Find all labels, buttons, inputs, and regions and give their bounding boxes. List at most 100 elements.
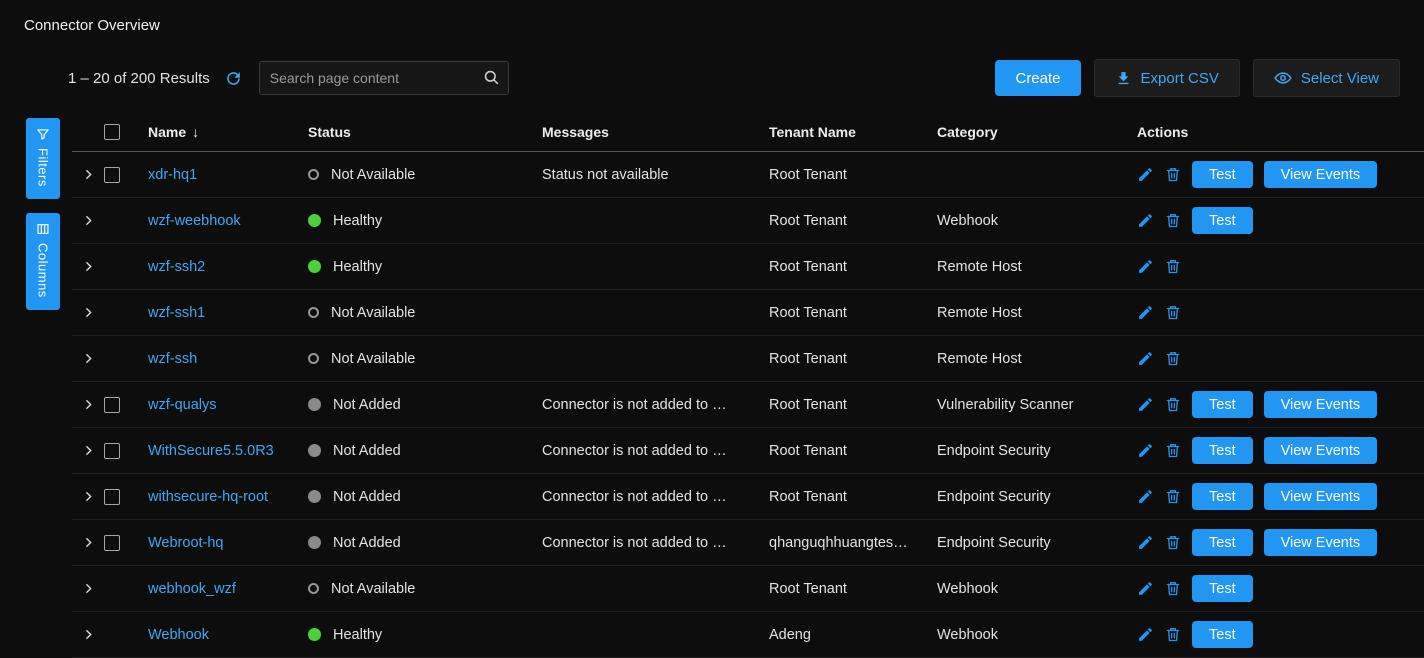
tenant-cell: Root Tenant (769, 489, 937, 505)
select-view-button[interactable]: Select View (1253, 59, 1400, 97)
category-name: Remote Host (937, 305, 1022, 321)
message-cell: Connector is not added to … (542, 397, 769, 413)
view-events-button[interactable]: View Events (1264, 161, 1378, 188)
delete-icon[interactable] (1165, 212, 1181, 229)
edit-icon[interactable] (1137, 626, 1154, 643)
tenant-cell: Root Tenant (769, 581, 937, 597)
expand-cell (72, 444, 104, 457)
expand-chevron-icon[interactable] (82, 398, 95, 411)
connector-name-link[interactable]: wzf-ssh (148, 351, 197, 367)
expand-chevron-icon[interactable] (82, 306, 95, 319)
test-button[interactable]: Test (1192, 207, 1253, 234)
connector-name-link[interactable]: wzf-ssh1 (148, 305, 205, 321)
side-tabs: Filters Columns (26, 118, 60, 310)
table-row: xdr-hq1Not AvailableStatus not available… (72, 152, 1424, 198)
search-input[interactable] (259, 61, 509, 95)
test-button[interactable]: Test (1192, 437, 1253, 464)
message-text: Connector is not added to … (542, 489, 727, 505)
test-button[interactable]: Test (1192, 529, 1253, 556)
edit-icon[interactable] (1137, 488, 1154, 505)
row-checkbox[interactable] (104, 397, 120, 413)
edit-icon[interactable] (1137, 442, 1154, 459)
edit-icon[interactable] (1137, 580, 1154, 597)
status-cell: Not Added (308, 489, 542, 505)
connector-name-link[interactable]: Webhook (148, 627, 209, 643)
view-events-button[interactable]: View Events (1264, 483, 1378, 510)
name-cell: Webroot-hq (144, 535, 308, 551)
test-button[interactable]: Test (1192, 161, 1253, 188)
delete-icon[interactable] (1165, 534, 1181, 551)
tenant-cell: Root Tenant (769, 443, 937, 459)
table-row: WithSecure5.5.0R3Not AddedConnector is n… (72, 428, 1424, 474)
delete-icon[interactable] (1165, 166, 1181, 183)
delete-icon[interactable] (1165, 350, 1181, 367)
view-events-button[interactable]: View Events (1264, 529, 1378, 556)
column-header-name: Name (148, 124, 186, 140)
connector-name-link[interactable]: wzf-qualys (148, 397, 217, 413)
delete-icon[interactable] (1165, 396, 1181, 413)
delete-icon[interactable] (1165, 258, 1181, 275)
expand-chevron-icon[interactable] (82, 260, 95, 273)
test-button[interactable]: Test (1192, 575, 1253, 602)
row-checkbox[interactable] (104, 535, 120, 551)
view-events-button[interactable]: View Events (1264, 437, 1378, 464)
row-checkbox[interactable] (104, 489, 120, 505)
expand-cell (72, 214, 104, 227)
edit-icon[interactable] (1137, 304, 1154, 321)
category-name: Webhook (937, 627, 998, 643)
connector-name-link[interactable]: WithSecure5.5.0R3 (148, 443, 274, 459)
expand-chevron-icon[interactable] (82, 582, 95, 595)
view-events-button[interactable]: View Events (1264, 391, 1378, 418)
toolbar: 1 – 20 of 200 Results Create Export CSV … (68, 58, 1400, 98)
delete-icon[interactable] (1165, 580, 1181, 597)
connector-name-link[interactable]: xdr-hq1 (148, 167, 197, 183)
select-all-checkbox[interactable] (104, 124, 120, 140)
expand-chevron-icon[interactable] (82, 352, 95, 365)
test-button[interactable]: Test (1192, 621, 1253, 648)
connector-name-link[interactable]: withsecure-hq-root (148, 489, 268, 505)
create-button[interactable]: Create (995, 60, 1080, 96)
expand-chevron-icon[interactable] (82, 214, 95, 227)
connector-name-link[interactable]: wzf-weebhook (148, 213, 241, 229)
delete-icon[interactable] (1165, 304, 1181, 321)
toolbar-actions: Create Export CSV Select View (995, 59, 1400, 97)
connector-name-link[interactable]: Webroot-hq (148, 535, 224, 551)
expand-chevron-icon[interactable] (82, 444, 95, 457)
status-label: Not Available (331, 351, 415, 367)
row-checkbox[interactable] (104, 167, 120, 183)
row-checkbox[interactable] (104, 443, 120, 459)
status-not-added-icon (308, 536, 321, 549)
status-not-added-icon (308, 398, 321, 411)
connector-name-link[interactable]: webhook_wzf (148, 581, 236, 597)
refresh-icon[interactable] (224, 69, 243, 88)
message-text: Status not available (542, 167, 669, 183)
edit-icon[interactable] (1137, 212, 1154, 229)
delete-icon[interactable] (1165, 442, 1181, 459)
connector-name-link[interactable]: wzf-ssh2 (148, 259, 205, 275)
columns-tab[interactable]: Columns (26, 213, 60, 310)
connectors-table: Name ↓ Status Messages Tenant Name Categ… (72, 112, 1424, 658)
expand-chevron-icon[interactable] (82, 490, 95, 503)
edit-icon[interactable] (1137, 396, 1154, 413)
test-button[interactable]: Test (1192, 391, 1253, 418)
delete-icon[interactable] (1165, 488, 1181, 505)
edit-icon[interactable] (1137, 534, 1154, 551)
sort-desc-icon[interactable]: ↓ (192, 124, 199, 140)
edit-icon[interactable] (1137, 166, 1154, 183)
test-button[interactable]: Test (1192, 483, 1253, 510)
expand-chevron-icon[interactable] (82, 536, 95, 549)
edit-icon[interactable] (1137, 350, 1154, 367)
expand-chevron-icon[interactable] (82, 168, 95, 181)
status-cell: Not Added (308, 397, 542, 413)
status-cell: Not Added (308, 443, 542, 459)
delete-icon[interactable] (1165, 626, 1181, 643)
table-header: Name ↓ Status Messages Tenant Name Categ… (72, 112, 1424, 152)
export-csv-button[interactable]: Export CSV (1094, 59, 1240, 97)
edit-icon[interactable] (1137, 258, 1154, 275)
category-name: Endpoint Security (937, 489, 1051, 505)
expand-chevron-icon[interactable] (82, 628, 95, 641)
tenant-cell: Root Tenant (769, 213, 937, 229)
category-name: Remote Host (937, 351, 1022, 367)
filters-tab[interactable]: Filters (26, 118, 60, 199)
category-cell: Remote Host (937, 259, 1137, 275)
